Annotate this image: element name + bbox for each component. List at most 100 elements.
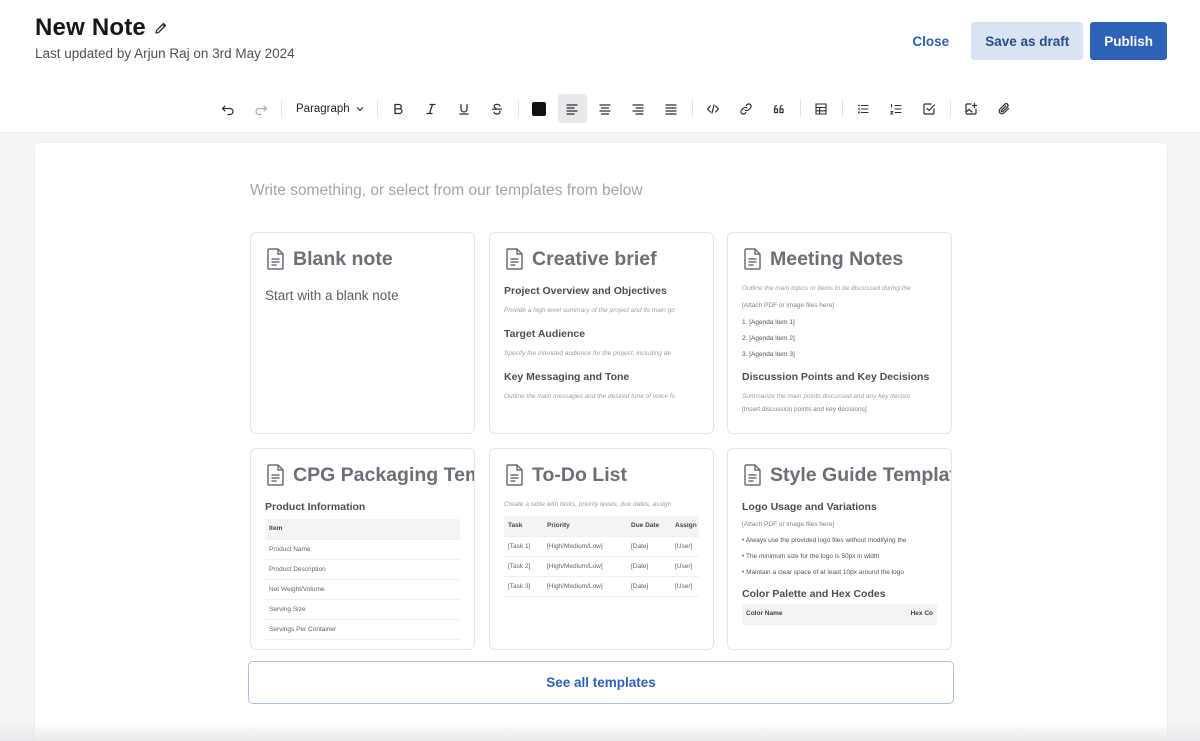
- preview-table-cell: [User]: [671, 556, 699, 577]
- preview-table: Item Product Name Product Description Ne…: [265, 519, 460, 640]
- toolbar-divider: [281, 100, 282, 117]
- preview-table-header: Priority: [543, 516, 627, 537]
- block-style-select[interactable]: Paragraph: [288, 94, 373, 123]
- preview-table-cell: [Date]: [627, 556, 671, 577]
- align-right-icon: [632, 103, 644, 115]
- strikethrough-button[interactable]: [483, 94, 512, 123]
- editor-area[interactable]: Write something, or select from our temp…: [35, 143, 1167, 741]
- link-button[interactable]: [732, 94, 761, 123]
- redo-icon: [254, 104, 267, 115]
- preview-table-cell: [Date]: [627, 536, 671, 557]
- preview-heading: Product Information: [265, 501, 366, 513]
- table-button[interactable]: [807, 94, 836, 123]
- card-header: Style Guide Template: [742, 463, 952, 487]
- align-justify-icon: [665, 103, 677, 115]
- strikethrough-icon: [492, 103, 503, 115]
- card-title: Creative brief: [532, 247, 657, 270]
- toolbar-divider: [517, 100, 519, 117]
- preview-table-cell: [Task 2]: [504, 556, 543, 577]
- preview-text: [Attach PDF or image files here]: [742, 302, 835, 309]
- redo-button[interactable]: [246, 94, 275, 123]
- template-card-blank-note[interactable]: Blank note Start with a blank note: [250, 232, 475, 434]
- pencil-icon[interactable]: [154, 21, 168, 35]
- see-all-templates-button[interactable]: See all templates: [248, 661, 954, 704]
- template-card-creative-brief[interactable]: Creative brief Project Overview and Obje…: [489, 232, 714, 434]
- insert-image-button[interactable]: [957, 94, 986, 123]
- preview-table-header: Due Date: [627, 516, 671, 537]
- preview-heading: Project Overview and Objectives: [504, 285, 667, 297]
- preview-table-cell: [Task 1]: [504, 536, 543, 557]
- preview-bullet: Maintain a clear space of at least 10px …: [742, 569, 937, 576]
- attach-file-button[interactable]: [990, 94, 1019, 123]
- document-icon: [506, 464, 523, 486]
- header-actions: Close Save as draft Publish: [898, 22, 1167, 60]
- align-justify-button[interactable]: [657, 94, 686, 123]
- checklist-button[interactable]: [915, 94, 944, 123]
- preview-table-header: Hex Co: [839, 604, 937, 625]
- preview-heading: Logo Usage and Variations: [742, 501, 877, 513]
- italic-icon: [426, 103, 436, 114]
- card-title: Meeting Notes: [770, 247, 904, 270]
- bold-button[interactable]: [384, 94, 413, 123]
- save-draft-button[interactable]: Save as draft: [971, 22, 1084, 60]
- checklist-icon: [923, 102, 936, 115]
- preview-table-cell: [Task 3]: [504, 576, 543, 597]
- align-left-icon: [566, 103, 578, 115]
- template-card-meeting-notes[interactable]: Meeting Notes Outline the main topics or…: [727, 232, 952, 434]
- preview-text: Outline the main topics or items to be d…: [742, 285, 911, 292]
- card-preview: Start with a blank note: [265, 288, 460, 433]
- publish-button[interactable]: Publish: [1090, 22, 1167, 60]
- preview-table-header: Assign: [671, 516, 699, 537]
- preview-list-item: 2. [Agenda item 2]: [742, 335, 795, 342]
- numbered-list-icon: [890, 103, 902, 115]
- card-header: Creative brief: [504, 247, 657, 271]
- template-card-todo-list[interactable]: To-Do List Create a table with tasks, pr…: [489, 448, 714, 650]
- preview-bullet: The minimum size for the logo is 50px in…: [742, 553, 937, 560]
- preview-heading: Discussion Points and Key Decisions: [742, 371, 930, 383]
- preview-table-cell: [High/Medium/Low]: [543, 576, 627, 597]
- card-title: CPG Packaging Template: [293, 463, 474, 486]
- text-color-button[interactable]: [525, 94, 554, 123]
- template-card-cpg-packaging[interactable]: CPG Packaging Template Product Informati…: [250, 448, 475, 650]
- toolbar-divider: [799, 100, 801, 117]
- bottom-fade: [0, 722, 1200, 741]
- preview-list-item: 1. [Agenda item 1]: [742, 319, 795, 326]
- code-button[interactable]: [699, 94, 728, 123]
- close-button[interactable]: Close: [898, 22, 963, 60]
- quote-icon: [774, 104, 784, 113]
- undo-button[interactable]: [213, 94, 242, 123]
- bullet-list-button[interactable]: [849, 94, 878, 123]
- toolbar-divider: [841, 100, 843, 117]
- align-left-button[interactable]: [557, 94, 587, 123]
- card-preview: Product Information Item Product Name Pr…: [265, 501, 460, 649]
- italic-button[interactable]: [417, 94, 446, 123]
- align-center-button[interactable]: [591, 94, 620, 123]
- top-bar: New Note Last updated by Arjun Raj on 3r…: [0, 0, 1200, 133]
- card-title: Style Guide Template: [770, 463, 952, 486]
- card-description: Start with a blank note: [265, 288, 399, 303]
- numbered-list-button[interactable]: [882, 94, 911, 123]
- preview-heading: Color Palette and Hex Codes: [742, 588, 886, 600]
- preview-table-cell: Servings Per Container: [265, 619, 460, 640]
- paperclip-icon: [998, 102, 1010, 114]
- preview-text: [Insert discussion points and key decisi…: [742, 406, 867, 413]
- formatting-toolbar: Paragraph: [213, 94, 1023, 123]
- card-header: Meeting Notes: [742, 247, 903, 271]
- card-header: Blank note: [265, 247, 393, 271]
- quote-button[interactable]: [765, 94, 794, 123]
- preview-text: [Attach PDF or image files here]: [742, 521, 835, 528]
- title-row: New Note: [35, 14, 168, 42]
- align-right-button[interactable]: [624, 94, 653, 123]
- chevron-down-icon: [356, 106, 364, 111]
- preview-table: Task Priority Due Date Assign [Task 1] […: [504, 516, 699, 597]
- card-preview: Logo Usage and Variations [Attach PDF or…: [742, 501, 937, 649]
- template-card-style-guide[interactable]: Style Guide Template Logo Usage and Vari…: [727, 448, 952, 650]
- editor-placeholder[interactable]: Write something, or select from our temp…: [250, 182, 643, 200]
- document-icon: [744, 248, 761, 270]
- document-icon: [744, 464, 761, 486]
- document-icon: [267, 248, 284, 270]
- preview-text: Specify the intended audience for the pr…: [504, 350, 671, 357]
- bullet-list-icon: [858, 104, 869, 113]
- document-icon: [267, 464, 284, 486]
- underline-button[interactable]: [450, 94, 479, 123]
